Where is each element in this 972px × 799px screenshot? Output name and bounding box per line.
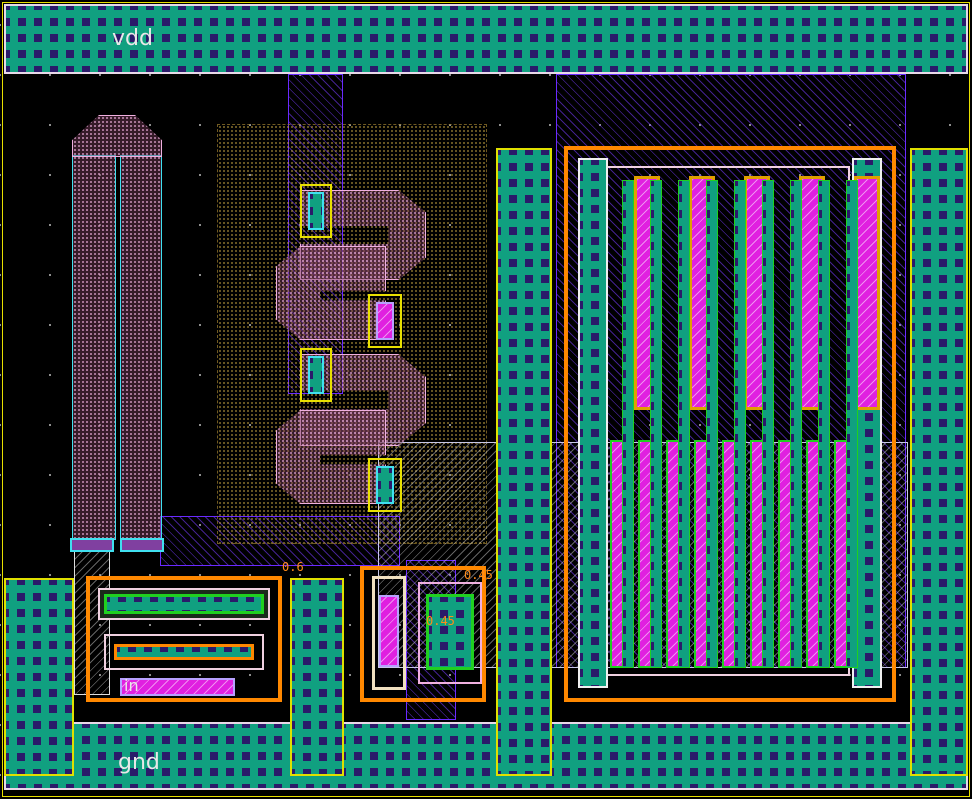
contact-4[interactable] [368,458,402,512]
poly-resistor-left[interactable] [72,155,116,540]
contact-2[interactable] [368,294,402,348]
pmos-source-drain-strip[interactable] [762,180,774,668]
dimension-label: 0.45 [464,568,493,582]
resistor-terminal-left[interactable] [70,538,114,552]
nmos-diff [104,634,264,670]
pmos-source-drain-strip[interactable] [734,180,746,668]
dimension-label: 0.45 [426,614,455,628]
poly-resistor-right[interactable] [120,155,162,540]
pmos-source-drain-strip[interactable] [678,180,690,668]
metal1-column-center[interactable] [496,148,552,776]
pmos-source-drain-strip[interactable] [706,180,718,668]
in-label: in [124,676,139,695]
pmos-source-drain-strip[interactable] [846,180,858,668]
resistor-terminal-right[interactable] [120,538,164,552]
dimension-label: 0.6 [282,560,304,574]
gnd-label: gnd [118,750,160,775]
pmos-source-drain-strip[interactable] [790,180,802,668]
pmos-source-drain-strip[interactable] [818,180,830,668]
metal1-column-right[interactable] [910,148,968,776]
mid-diff [418,582,482,684]
contact-3[interactable] [300,348,332,402]
pmos-guard-left[interactable] [578,158,608,688]
mid-tap [372,576,406,690]
contact-1[interactable] [300,184,332,238]
nmos-tap [98,588,270,620]
metal1-column-mid[interactable] [290,578,344,776]
layout-canvas[interactable]: vdd gnd in 0.6 0.45 0.45 [0,0,972,799]
pmos-source-drain-strip[interactable] [622,180,634,668]
pmos-source-drain-strip[interactable] [650,180,662,668]
metal1-column-left[interactable] [4,578,74,776]
vdd-label: vdd [112,26,153,51]
